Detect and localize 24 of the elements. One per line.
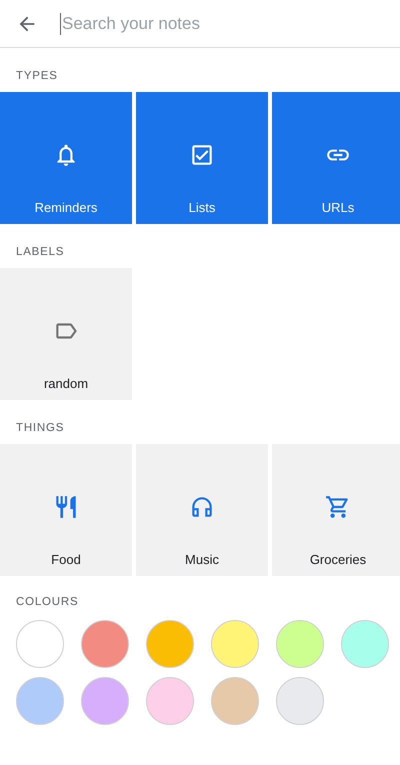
colour-swatch[interactable] <box>16 620 64 668</box>
colour-swatch[interactable] <box>146 677 194 725</box>
search-field[interactable]: Search your notes <box>61 14 400 34</box>
category-tile[interactable]: Food <box>0 444 132 576</box>
colour-swatch[interactable] <box>276 620 324 668</box>
colour-swatch[interactable] <box>211 677 259 725</box>
category-tile[interactable]: URLs <box>272 92 400 224</box>
section-heading: THINGS <box>15 421 66 436</box>
category-tile[interactable]: Music <box>136 444 268 576</box>
category-tile[interactable]: Groceries <box>272 444 400 576</box>
colour-swatch[interactable] <box>276 677 324 725</box>
text-cursor <box>60 12 61 34</box>
category-tile[interactable]: Reminders <box>0 92 132 224</box>
category-tile[interactable]: Lists <box>136 92 268 224</box>
colour-swatch[interactable] <box>81 677 129 725</box>
colour-swatch[interactable] <box>81 620 129 668</box>
colour-swatch[interactable] <box>211 620 259 668</box>
colour-swatch[interactable] <box>341 620 389 668</box>
label-tile[interactable]: random <box>0 268 132 400</box>
section-heading: LABELS <box>15 245 66 260</box>
colour-swatch[interactable] <box>16 677 64 725</box>
section-heading: COLOURS <box>15 595 80 610</box>
section-heading: TYPES <box>15 69 59 84</box>
colour-swatch[interactable] <box>146 620 194 668</box>
